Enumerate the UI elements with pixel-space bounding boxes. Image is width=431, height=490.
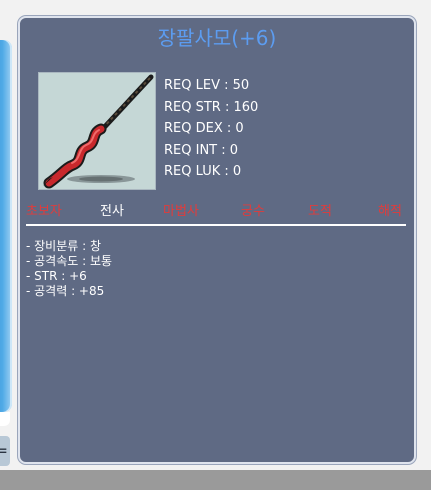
- req-luk: REQ LUK : 0: [164, 164, 242, 179]
- stat-category: - 장비분류 : 창: [26, 239, 102, 253]
- job-magician: 마법사: [163, 204, 199, 219]
- item-stats: - 장비분류 : 창 - 공격속도 : 보통 - STR : +6 - 공격력 …: [26, 239, 112, 299]
- job-pirate: 해적: [378, 204, 402, 219]
- bottom-bar: [0, 470, 431, 490]
- req-str: REQ STR : 160: [164, 99, 259, 115]
- background-window-footer: [0, 412, 10, 426]
- stat-attack: - 공격력 : +85: [26, 284, 105, 298]
- job-beginner: 초보자: [26, 204, 62, 219]
- requirements-list: REQ LEV : 50 REQ STR : 160 REQ DEX : 0 R…: [164, 75, 258, 183]
- divider: [26, 224, 406, 226]
- item-image: [38, 72, 156, 190]
- spear-icon: [43, 74, 154, 189]
- req-dex: REQ DEX : 0: [164, 121, 244, 136]
- background-window: [0, 40, 12, 412]
- stat-attack-speed: - 공격속도 : 보통: [26, 254, 113, 268]
- job-thief: 도적: [308, 204, 332, 219]
- item-tooltip: 장팔사모(+6) REQ LEV : 50 REQ STR : 160 REQ …: [18, 16, 416, 464]
- req-int: REQ INT : 0: [164, 142, 239, 158]
- req-level: REQ LEV : 50: [164, 78, 250, 93]
- item-title: 장팔사모(+6): [157, 26, 277, 50]
- stat-str: - STR : +6: [26, 269, 87, 283]
- job-list: 초보자 전사 마법사 궁수 도적 해적: [26, 200, 410, 220]
- background-side-tab[interactable]: =: [0, 436, 10, 466]
- job-warrior: 전사: [100, 204, 124, 219]
- job-bowman: 궁수: [241, 204, 265, 219]
- screen: = 장팔사모(+6) REQ LEV : 50 REQ STR : 160 RE…: [0, 0, 431, 490]
